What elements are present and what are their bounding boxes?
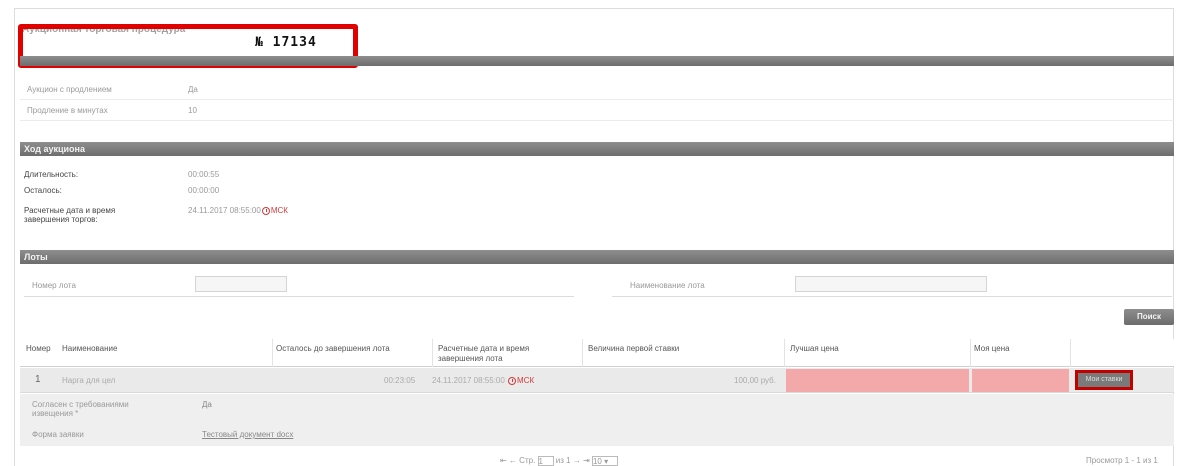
timezone-label: МСК [517,376,535,385]
form-label: Форма заявки [32,430,84,439]
divider [612,296,1172,297]
page-value: 1 [538,457,543,466]
param-row-extension: Аукцион с продлением Да [20,80,1174,100]
page-input[interactable]: 1 [537,456,554,466]
form-document-link[interactable]: Тестовый документ docx [202,430,293,439]
lot-details: Согласен с требованиями извещения * Да Ф… [20,394,1174,446]
lot-name-input[interactable] [795,276,987,292]
col-first-bid[interactable]: Величина первой ставки [588,344,679,354]
column-divider [432,339,433,367]
column-divider [970,339,971,367]
lot-name: Нарга для цел [62,376,116,385]
lot-first-bid: 100,00 руб. [734,376,776,385]
col-number[interactable]: Номер [26,344,51,354]
lot-number-input[interactable] [195,276,287,292]
per-page-value: 10 [592,457,602,466]
clock-icon [508,376,517,385]
lot-number-label: Номер лота [32,281,76,290]
param-value: 10 [188,106,197,115]
next-page-icon[interactable]: → ⇥ [573,456,590,465]
end-time-label-2: завершения торгов: [24,215,98,224]
section-bar-lots: Лоты [20,250,1174,264]
column-divider [272,339,273,367]
agree-label-2: извещения * [32,409,79,418]
column-divider [1070,339,1071,367]
section-bar-params [20,56,1174,66]
remaining-value: 00:00:00 [188,186,220,195]
divider [24,296,574,297]
lot-remaining: 00:23:05 [384,376,416,385]
lot-number: 1 [35,374,41,385]
end-time-value: 24.11.2017 08:55:00 [188,206,261,215]
my-bids-button[interactable]: Мои ставки [1075,370,1133,390]
table-row[interactable]: 1 Нарга для цел 00:23:05 24.11.2017 08:5… [20,368,1174,393]
column-divider [784,339,785,367]
col-best-price[interactable]: Лучшая цена [790,344,839,354]
col-remaining[interactable]: Осталось до завершения лота [276,344,390,354]
col-end-2: завершения лота [438,354,503,363]
clock-icon [261,206,270,215]
col-end-1[interactable]: Расчетные дата и время [438,344,529,354]
remaining-label: Осталось: [24,186,62,195]
first-page-icon[interactable]: ⇤ ← [500,456,517,465]
param-value: Да [188,85,198,94]
per-page-select[interactable]: 10 ▾ [591,456,618,466]
col-my-price[interactable]: Моя цена [974,344,1010,354]
agree-value: Да [202,400,212,409]
search-button[interactable]: Поиск [1124,309,1174,325]
column-divider [582,339,583,367]
param-row-extension-minutes: Продление в минутах 10 [20,101,1174,121]
page-label: Стр. [519,456,536,466]
pager: ⇤ ← Стр. 1 из 1 → ⇥ 10 ▾ [500,456,618,466]
duration-label: Длительность: [24,170,79,179]
col-name[interactable]: Наименование [62,344,117,354]
param-label: Аукцион с продлением [27,85,112,94]
lot-end: 24.11.2017 08:55:00 [432,376,505,385]
my-price-cell [972,369,1069,392]
table-header: Номер Наименование Осталось до завершени… [20,339,1174,367]
end-time-value-wrap: 24.11.2017 08:55:00 МСК [188,206,288,215]
param-label: Продление в минутах [27,106,108,115]
pager-summary: Просмотр 1 - 1 из 1 [1086,456,1158,465]
lot-name-label: Наименование лота [630,281,705,290]
timezone-label: МСК [270,206,288,215]
end-time-label-1: Расчетные дата и время [24,206,116,215]
of-label: из 1 [555,456,571,466]
best-price-cell [786,369,969,392]
lot-end-wrap: 24.11.2017 08:55:00 МСК [432,376,534,385]
section-bar-progress: Ход аукциона [20,142,1174,156]
procedure-number: № 17134 [255,35,317,50]
duration-value: 00:00:55 [188,170,220,179]
